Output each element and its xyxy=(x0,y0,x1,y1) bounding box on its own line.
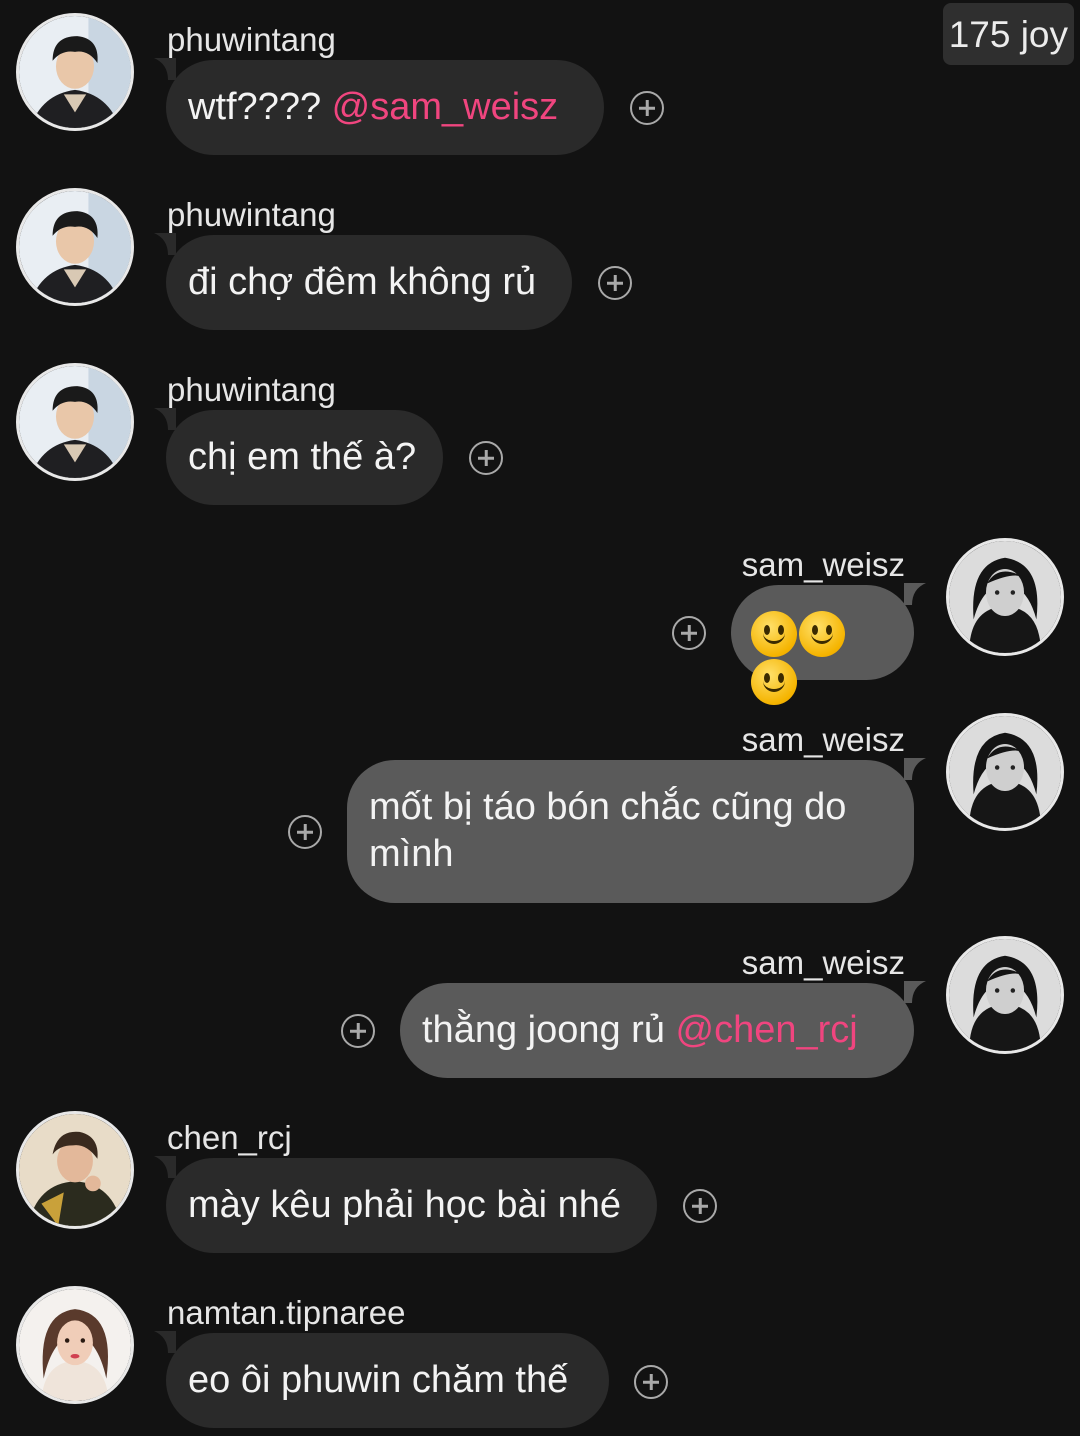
bubble-tail-icon xyxy=(904,981,926,1003)
avatar-sam-weisz-icon[interactable] xyxy=(946,936,1064,1054)
mention-link[interactable]: @sam_weisz xyxy=(332,86,559,128)
message-bubble[interactable]: eo ôi phuwin chăm thế xyxy=(166,1333,609,1428)
message-bubble[interactable]: mày kêu phải học bài nhé xyxy=(166,1158,657,1253)
add-reaction-icon[interactable] xyxy=(683,1189,717,1223)
message-bubble[interactable]: đi chợ đêm không rủ xyxy=(166,235,572,330)
mention-link[interactable]: @chen_rcj xyxy=(676,1009,858,1051)
emoji-slightly-smiling-icon xyxy=(751,610,797,657)
bubble-tail-icon xyxy=(154,233,176,255)
message-text: eo ôi phuwin chăm thế xyxy=(188,1359,569,1401)
message-username[interactable]: sam_weisz xyxy=(742,943,905,983)
avatar-sam-weisz-icon[interactable] xyxy=(946,538,1064,656)
message-bubble[interactable]: wtf???? @sam_weisz xyxy=(166,60,604,155)
message-text: mày kêu phải học bài nhé xyxy=(188,1184,622,1226)
avatar-phuwintang-icon[interactable] xyxy=(16,13,134,131)
message-username[interactable]: phuwintang xyxy=(167,195,336,235)
add-reaction-icon[interactable] xyxy=(598,266,632,300)
bubble-tail-icon xyxy=(154,58,176,80)
emoji-slightly-smiling-icon xyxy=(751,658,797,705)
message-username[interactable]: phuwintang xyxy=(167,370,336,410)
bubble-tail-icon xyxy=(154,408,176,430)
message-username[interactable]: phuwintang xyxy=(167,20,336,60)
message-username[interactable]: sam_weisz xyxy=(742,720,905,760)
add-reaction-icon[interactable] xyxy=(634,1365,668,1399)
bubble-tail-icon xyxy=(154,1156,176,1178)
bubble-tail-icon xyxy=(154,1331,176,1353)
avatar-chen-rcj-icon[interactable] xyxy=(16,1111,134,1229)
message-username[interactable]: namtan.tipnaree xyxy=(167,1293,406,1333)
message-text: chị em thế à? xyxy=(188,436,417,478)
add-reaction-icon[interactable] xyxy=(672,616,706,650)
message-bubble[interactable] xyxy=(731,585,914,705)
message-text: thằng joong rủ xyxy=(422,1009,676,1051)
avatar-namtan-icon[interactable] xyxy=(16,1286,134,1404)
joy-badge: 175 joy xyxy=(942,3,1074,65)
emoji-slightly-smiling-icon xyxy=(799,610,845,657)
message-bubble[interactable]: chị em thế à? xyxy=(166,410,443,505)
avatar-phuwintang-icon[interactable] xyxy=(16,188,134,306)
message-bubble[interactable]: mốt bị táo bón chắc cũng do mình xyxy=(347,760,914,903)
message-bubble[interactable]: thằng joong rủ @chen_rcj xyxy=(400,983,914,1078)
add-reaction-icon[interactable] xyxy=(469,441,503,475)
avatar-phuwintang-icon[interactable] xyxy=(16,363,134,481)
message-username[interactable]: sam_weisz xyxy=(742,545,905,585)
bubble-tail-icon xyxy=(904,583,926,605)
message-text: đi chợ đêm không rủ xyxy=(188,261,537,303)
add-reaction-icon[interactable] xyxy=(630,91,664,125)
message-text: wtf???? xyxy=(188,86,332,128)
avatar-sam-weisz-icon[interactable] xyxy=(946,713,1064,831)
bubble-tail-icon xyxy=(904,758,926,780)
message-text: mốt bị táo bón chắc cũng do mình xyxy=(369,786,847,875)
message-username[interactable]: chen_rcj xyxy=(167,1118,292,1158)
add-reaction-icon[interactable] xyxy=(288,815,322,849)
add-reaction-icon[interactable] xyxy=(341,1014,375,1048)
